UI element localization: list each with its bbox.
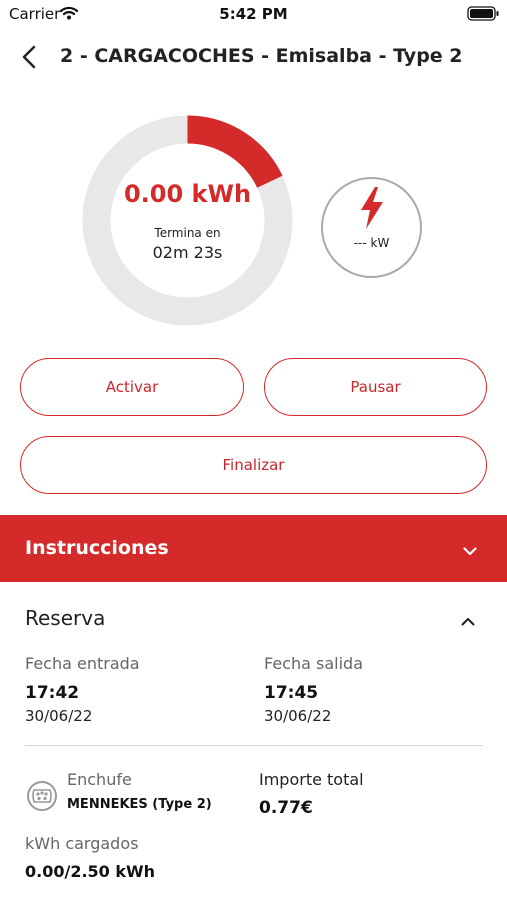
ends-in-value: 02m 23s — [152, 243, 223, 262]
exit-date: 30/06/22 — [264, 707, 332, 725]
entry-date: 30/06/22 — [25, 707, 93, 725]
power-value: --- kW — [353, 236, 390, 250]
entry-time: 17:42 — [25, 683, 80, 703]
divider — [25, 745, 483, 746]
exit-date-label: Fecha salida — [264, 654, 363, 673]
reservation-title: Reserva — [25, 606, 106, 630]
plug-icon — [26, 780, 58, 816]
plug-type: MENNEKES (Type 2) — [67, 797, 212, 812]
plug-label: Enchufe — [67, 770, 132, 789]
total-amount-label: Importe total — [259, 770, 364, 789]
activate-button[interactable]: Activar — [20, 358, 244, 416]
status-time: 5:42 PM — [219, 5, 288, 23]
entry-date-label: Fecha entrada — [25, 654, 140, 673]
status-bar: Carrier 5:42 PM — [0, 0, 507, 28]
ends-in-label: Termina en — [154, 226, 221, 240]
charge-progress-arc — [186, 115, 283, 189]
finish-button[interactable]: Finalizar — [20, 436, 487, 494]
exit-time: 17:45 — [264, 683, 319, 703]
back-arrow-icon — [22, 45, 36, 69]
battery-icon — [467, 6, 499, 25]
instructions-label: Instrucciones — [25, 537, 169, 559]
total-amount-value: 0.77€ — [259, 798, 313, 818]
charge-progress-ring: 0.00 kWh Termina en 02m 23s — [80, 113, 295, 328]
kwh-charged-value: 0.00/2.50 kWh — [25, 862, 156, 881]
power-indicator: --- kW — [321, 177, 422, 278]
instructions-section-header[interactable]: Instrucciones — [0, 515, 507, 582]
pause-button[interactable]: Pausar — [264, 358, 487, 416]
kwh-charged-label: kWh cargados — [25, 834, 139, 853]
nav-bar: 2 - CARGACOCHES - Emisalba - Type 2 — [0, 38, 507, 78]
page-title: 2 - CARGACOCHES - Emisalba - Type 2 — [60, 45, 463, 67]
energy-value: 0.00 kWh — [123, 180, 252, 208]
lightning-bolt-icon — [358, 186, 385, 234]
chevron-down-icon — [463, 541, 477, 560]
chevron-up-icon[interactable] — [461, 611, 475, 630]
back-button[interactable] — [14, 40, 44, 74]
